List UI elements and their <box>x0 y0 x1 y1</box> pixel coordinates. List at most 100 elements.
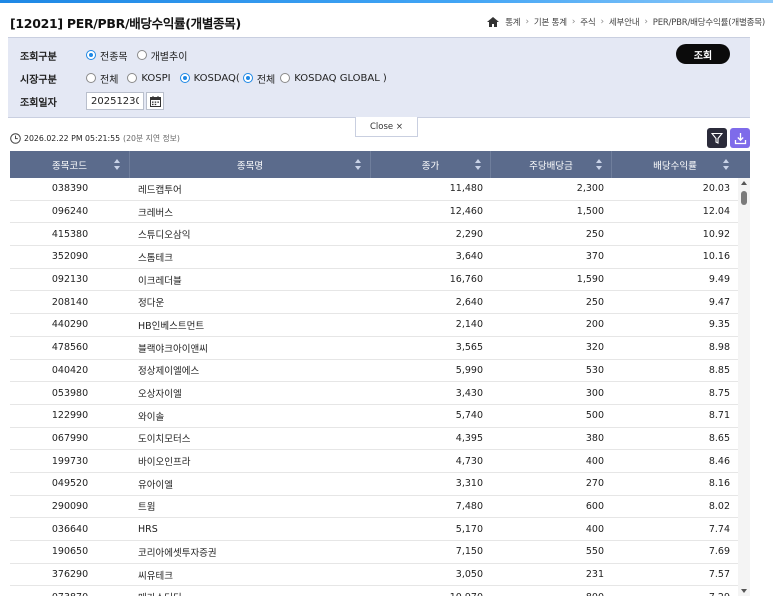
cell-dps: 550 <box>585 546 604 558</box>
radio-kosdaq-global-label: KOSDAQ GLOBAL <box>294 72 380 84</box>
table-row[interactable]: 440290 HB인베스트먼트 2,140 200 9.35 <box>10 314 738 337</box>
download-icon[interactable] <box>730 128 750 148</box>
table-row[interactable]: 096240 크레버스 12,460 1,500 12.04 <box>10 201 738 224</box>
cell-yield: 9.49 <box>708 274 730 286</box>
cell-code: 073870 <box>10 586 130 596</box>
clock-icon <box>10 133 21 144</box>
breadcrumb-item-basic-stats[interactable]: 기본 통계 <box>534 16 567 28</box>
table-row[interactable]: 478560 블랙야크아이앤씨 3,565 320 8.98 <box>10 337 738 360</box>
table-row[interactable]: 290090 트윔 7,480 600 8.02 <box>10 496 738 519</box>
table-row[interactable]: 073870메가스터디10,9708007.29 <box>10 586 738 596</box>
cell-yield: 7.57 <box>708 569 730 581</box>
col-header-code[interactable]: 종목코드 <box>10 151 130 178</box>
cell-yield: 8.65 <box>708 432 730 444</box>
chevron-right-icon: › <box>525 17 529 27</box>
radio-all-stocks-label: 전종목 <box>100 51 128 63</box>
calendar-icon[interactable] <box>146 92 164 110</box>
table-row[interactable]: 199730 바이오인프라 4,730 400 8.46 <box>10 450 738 473</box>
breadcrumb-item-stock[interactable]: 주식 <box>580 16 595 28</box>
scroll-up-icon[interactable] <box>741 181 747 185</box>
breadcrumb-item-detail[interactable]: 세부안내 <box>609 16 640 28</box>
col-header-name-label: 종목명 <box>236 160 264 172</box>
cell-yield: 9.47 <box>708 296 730 308</box>
table-row[interactable]: 049520 유아이엘 3,310 270 8.16 <box>10 473 738 496</box>
cell-dps: 500 <box>585 410 604 422</box>
table-row[interactable]: 208140 정다운 2,640 250 9.47 <box>10 291 738 315</box>
table-row[interactable]: 415380 스튜디오삼익 2,290 250 10.92 <box>10 223 738 247</box>
cell-dps: 320 <box>585 342 604 354</box>
scroll-down-icon[interactable] <box>741 589 747 593</box>
cell-code: 122990 <box>51 410 89 422</box>
cell-code: 376290 <box>51 569 89 581</box>
timestamp: 2026.02.22 PM 05:21:55 (20분 지연 정보) <box>24 133 180 144</box>
sort-icon <box>355 159 361 170</box>
radio-kospi[interactable]: KOSPI <box>127 73 171 84</box>
cell-close: 2,640 <box>455 296 483 308</box>
col-header-yield[interactable]: 배당수익률 <box>612 151 738 178</box>
scrollbar-header-spacer <box>738 151 750 178</box>
table-row[interactable]: 092130 이크레더블 16,760 1,590 9.49 <box>10 269 738 292</box>
query-type-row: 조회구분 전종목 개별추이 <box>20 46 196 64</box>
table-row[interactable]: 053980 오상자이엘 3,430 300 8.75 <box>10 382 738 405</box>
scroll-thumb[interactable] <box>741 191 747 205</box>
cell-name: 바이오인프라 <box>138 457 191 469</box>
timestamp-text: 2026.02.22 PM 05:21:55 <box>24 134 121 143</box>
vertical-scrollbar[interactable] <box>738 178 750 596</box>
col-header-dps-label: 주당배당금 <box>529 160 573 172</box>
close-filter-tab[interactable]: Close × <box>355 117 418 137</box>
radio-kosdaq-sub-all-label: 전체 <box>256 74 276 86</box>
cell-close: 11,480 <box>449 183 483 195</box>
radio-kosdaq-global[interactable]: KOSDAQ GLOBAL <box>280 73 380 84</box>
cell-yield: 8.85 <box>708 364 730 376</box>
cell-name: 스톰테크 <box>138 252 173 264</box>
col-header-name[interactable]: 종목명 <box>130 151 371 178</box>
cell-yield: 10.92 <box>702 228 730 240</box>
col-header-close[interactable]: 종가 <box>371 151 491 178</box>
cell-dps: 400 <box>585 455 604 467</box>
radio-all-stocks[interactable]: 전종목 <box>86 48 128 63</box>
date-input[interactable] <box>86 92 144 110</box>
radio-kosdaq[interactable]: KOSDAQ( <box>179 73 240 84</box>
market-label: 시장구분 <box>20 74 57 86</box>
cell-code: 199730 <box>51 455 89 467</box>
cell-name: 메가스터디 <box>130 586 371 596</box>
page-title: [12021] PER/PBR/배당수익률(개별종목) <box>10 15 241 31</box>
cell-code: 092130 <box>51 274 89 286</box>
cell-code: 038390 <box>51 183 89 195</box>
date-label: 조회일자 <box>20 97 57 109</box>
cell-name: HB인베스트먼트 <box>138 320 205 332</box>
cell-close: 5,170 <box>455 523 483 535</box>
cell-name: 도이치모터스 <box>138 434 191 446</box>
radio-market-all[interactable]: 전체 <box>86 71 118 86</box>
table-row[interactable]: 036640 HRS 5,170 400 7.74 <box>10 518 738 541</box>
cell-dps: 800 <box>491 586 612 596</box>
radio-kosdaq-sub-all[interactable]: 전체 <box>242 71 276 86</box>
table-row[interactable]: 352090 스톰테크 3,640 370 10.16 <box>10 246 738 269</box>
cell-close: 3,640 <box>455 251 483 263</box>
cell-name: 이크레더블 <box>138 275 182 287</box>
data-grid: 종목코드 종목명 종가 주당배당금 배당수익률 038390 레드캡투어 11,48… <box>10 151 750 596</box>
cell-dps: 231 <box>585 569 604 581</box>
cell-dps: 250 <box>585 296 604 308</box>
table-row[interactable]: 122990 와이솔 5,740 500 8.71 <box>10 405 738 428</box>
cell-close: 4,730 <box>455 455 483 467</box>
table-row[interactable]: 376290 씨유테크 3,050 231 7.57 <box>10 564 738 587</box>
cell-name: 정다운 <box>138 298 165 310</box>
cell-dps: 530 <box>585 364 604 376</box>
cell-name: 크레버스 <box>138 207 173 219</box>
radio-individual-trend[interactable]: 개별추이 <box>136 48 187 63</box>
table-row[interactable]: 190650 코리아에셋투자증권 7,150 550 7.69 <box>10 541 738 564</box>
cell-code: 049520 <box>51 478 89 490</box>
home-icon[interactable] <box>487 17 500 27</box>
table-header: 종목코드 종목명 종가 주당배당금 배당수익률 <box>10 151 738 178</box>
search-button[interactable]: 조회 <box>676 44 730 64</box>
cell-name: 레드캡투어 <box>138 184 182 196</box>
table-row[interactable]: 067990 도이치모터스 4,395 380 8.65 <box>10 428 738 451</box>
table-row[interactable]: 038390 레드캡투어 11,480 2,300 20.03 <box>10 178 738 201</box>
breadcrumb-item-stats[interactable]: 통계 <box>505 16 520 28</box>
filter-icon[interactable] <box>707 128 727 148</box>
col-header-dps[interactable]: 주당배당금 <box>491 151 612 178</box>
cell-name: 정상제이엘에스 <box>138 366 200 378</box>
table-row[interactable]: 040420 정상제이엘에스 5,990 530 8.85 <box>10 360 738 383</box>
cell-name: 와이솔 <box>138 411 165 423</box>
